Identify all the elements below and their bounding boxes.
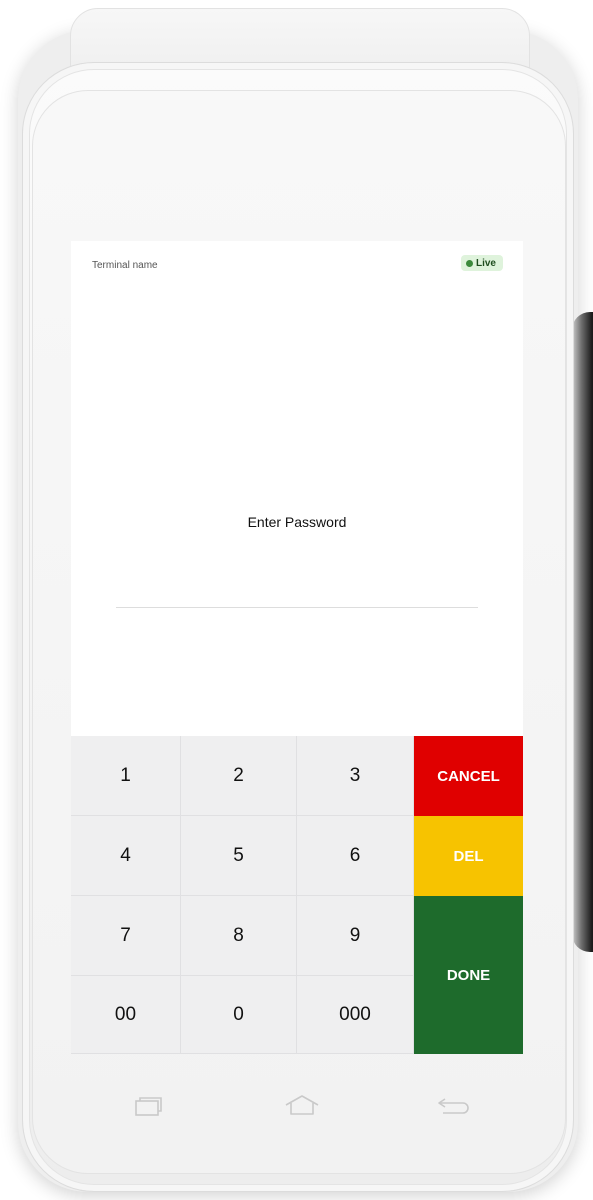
home-icon[interactable] (282, 1090, 322, 1120)
terminal-name-label: Terminal name (92, 260, 158, 271)
key-8[interactable]: 8 (181, 896, 297, 976)
key-6[interactable]: 6 (297, 816, 414, 896)
numeric-keypad: 1 2 3 4 5 6 7 8 9 00 0 000 CANCEL DEL DO… (71, 736, 523, 1054)
terminal-screen: Terminal name Live Enter Password 1 2 3 … (71, 241, 523, 1054)
live-status-label: Live (475, 257, 496, 269)
key-9[interactable]: 9 (297, 896, 414, 976)
key-4[interactable]: 4 (71, 816, 181, 896)
key-0[interactable]: 0 (181, 976, 297, 1054)
enter-password-prompt: Enter Password (247, 514, 347, 530)
live-status-icon (465, 259, 473, 267)
key-1[interactable]: 1 (71, 736, 181, 816)
key-000[interactable]: 000 (297, 976, 414, 1054)
back-icon[interactable] (433, 1090, 473, 1120)
delete-button[interactable]: DEL (414, 816, 523, 896)
android-navigation-bar (71, 1080, 523, 1130)
password-input-field[interactable] (116, 607, 478, 608)
done-button[interactable]: DONE (414, 896, 523, 1054)
key-00[interactable]: 00 (71, 976, 181, 1054)
device-side-grip (572, 312, 593, 952)
cancel-button[interactable]: CANCEL (414, 736, 523, 816)
recent-apps-icon[interactable] (127, 1090, 167, 1120)
key-2[interactable]: 2 (181, 736, 297, 816)
live-status-badge: Live (460, 255, 503, 271)
key-7[interactable]: 7 (71, 896, 181, 976)
key-5[interactable]: 5 (181, 816, 297, 896)
key-3[interactable]: 3 (297, 736, 414, 816)
